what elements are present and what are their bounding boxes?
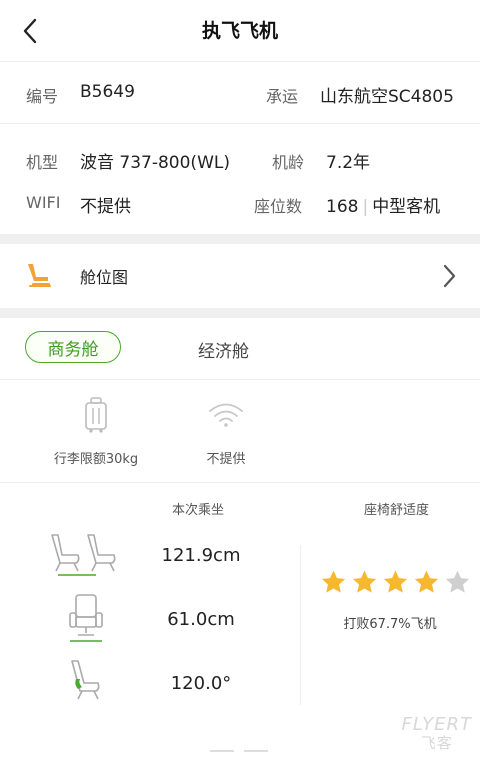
tab-business[interactable]: 商务舱 bbox=[25, 331, 121, 363]
aircraft-info-details: 机型 波音 737-800(WL) 机龄 7.2年 WIFI 不提供 座位数 1… bbox=[0, 124, 480, 234]
amenity-luggage: 行李限额30kg bbox=[31, 380, 161, 467]
amenities: 行李限额30kg 不提供 bbox=[0, 380, 480, 483]
nav-header: 执飞飞机 bbox=[0, 0, 480, 62]
seat-width-value: 61.0cm bbox=[167, 609, 235, 630]
cabin-tabs: 商务舱 经济舱 bbox=[0, 318, 480, 380]
section-divider bbox=[0, 308, 480, 318]
column-header-current: 本次乘坐 bbox=[172, 503, 225, 518]
amenity-label: 不提供 bbox=[206, 452, 246, 467]
carrier-label: 承运 bbox=[266, 87, 299, 106]
carrier-value: 山东航空SC4805 bbox=[320, 87, 454, 107]
seats-value: 168 | 中型客机 bbox=[326, 197, 441, 217]
page-indicator bbox=[210, 750, 268, 752]
seat-recline-value: 120.0° bbox=[170, 673, 232, 694]
model-label: 机型 bbox=[26, 153, 59, 172]
star-empty-icon bbox=[445, 570, 470, 593]
star-filled-icon bbox=[414, 570, 439, 593]
wifi-label: WIFI bbox=[26, 193, 61, 212]
seatmap-row[interactable]: 舱位图 bbox=[0, 244, 480, 308]
chevron-right-icon bbox=[443, 264, 456, 288]
amenity-label: 行李限额30kg bbox=[53, 452, 139, 467]
age-value: 7.2年 bbox=[326, 153, 371, 173]
aircraft-info-top: 编号 B5649 承运 山东航空SC4805 bbox=[0, 62, 480, 124]
section-divider bbox=[0, 234, 480, 244]
comfort-section: 本次乘坐 座椅舒适度 121.9cm 61.0cm 120.0° 打败67.7%… bbox=[0, 483, 480, 713]
age-label: 机龄 bbox=[272, 153, 305, 172]
amenity-wifi: 不提供 bbox=[161, 380, 291, 467]
wifi-value: 不提供 bbox=[80, 197, 131, 217]
watermark-logo: FLYERT 飞客 bbox=[401, 714, 472, 753]
seat-recline-icon bbox=[71, 660, 100, 700]
seat-width-icon bbox=[69, 594, 103, 642]
code-value: B5649 bbox=[80, 82, 135, 102]
wifi-icon bbox=[209, 403, 243, 427]
comfort-beat-text: 打败67.7%飞机 bbox=[343, 617, 437, 632]
page-title: 执飞飞机 bbox=[201, 20, 278, 42]
luggage-icon bbox=[85, 397, 107, 433]
column-header-comfort: 座椅舒适度 bbox=[364, 503, 430, 518]
seat-pitch-icon bbox=[51, 534, 116, 576]
code-label: 编号 bbox=[26, 87, 59, 106]
model-value: 波音 737-800(WL) bbox=[80, 153, 230, 173]
seats-label: 座位数 bbox=[254, 197, 303, 216]
star-filled-icon bbox=[352, 570, 377, 593]
star-filled-icon bbox=[321, 570, 346, 593]
seatmap-label: 舱位图 bbox=[80, 268, 129, 287]
seat-icon bbox=[28, 264, 51, 287]
seat-pitch-value: 121.9cm bbox=[161, 545, 241, 566]
comfort-rating bbox=[320, 569, 471, 595]
star-filled-icon bbox=[383, 570, 408, 593]
tab-economy[interactable]: 经济舱 bbox=[198, 337, 249, 362]
